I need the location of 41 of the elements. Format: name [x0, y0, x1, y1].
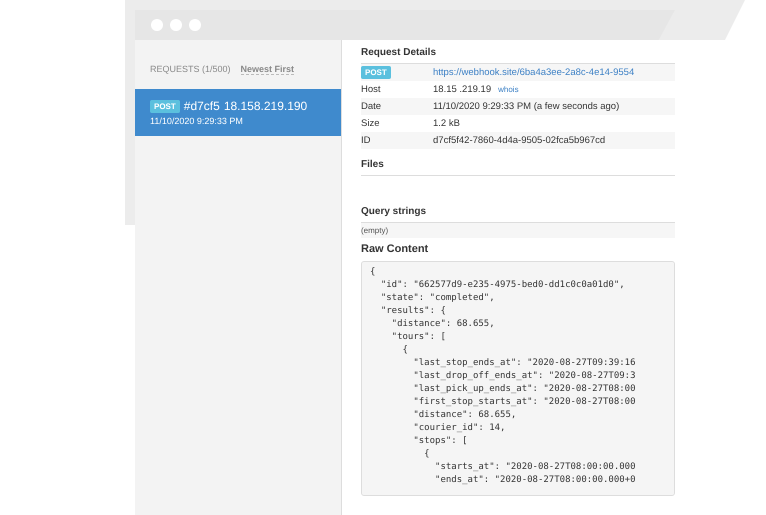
request-item[interactable]: POST #d7cf5 18.158.219.190 11/10/2020 9:29:33 PM — [135, 89, 341, 136]
code-line: "id": "662577d9-e235-4975-bed0-dd1c0c0a01d0", — [380, 279, 626, 292]
code-line: { — [370, 266, 376, 279]
code-line: "last_drop_off_ends_at": "2020-08-27T09:3 — [412, 370, 637, 383]
field-value: 11/10/2020 9:29:33 PM (a few seconds ago) — [433, 101, 620, 112]
request-ip: 18.158.219.190 — [224, 99, 308, 113]
request-id: #d7cf5 — [184, 99, 220, 113]
request-time: 11/10/2020 9:29:33 PM — [150, 116, 244, 126]
sort-link[interactable]: Newest First — [240, 64, 294, 75]
field-value: 18.15 .219.19 — [433, 84, 492, 95]
field-label: Date — [361, 101, 382, 112]
code-line: "results": { — [380, 305, 447, 318]
section-title: Raw Content — [361, 243, 430, 255]
window-dot — [189, 19, 201, 31]
code-line: "distance": 68.655, — [390, 318, 496, 331]
code-line: "tours": [ — [390, 331, 447, 344]
code-line: { — [402, 344, 409, 357]
url-link[interactable]: https://webhook.site/6ba4a3ee-2a8c-4e14-9554 — [433, 67, 634, 78]
field-label: Size — [361, 118, 380, 129]
window-dot — [170, 19, 182, 31]
field-value: d7cf5f42-7860-4d4a-9505-02fca5b967cd — [433, 135, 606, 146]
field-label: ID — [361, 135, 372, 146]
code-line: "first_stop_starts_at": "2020-08-27T08:00 — [412, 396, 637, 409]
code-line: "ends_at": "2020-08-27T08:00:00.000+0 — [434, 474, 637, 487]
code-line: "distance": 68.655, — [412, 409, 518, 422]
code-line: { — [423, 448, 431, 461]
method-badge: POST — [150, 100, 180, 112]
field-value: 1.2 kB — [433, 118, 460, 129]
whois-link[interactable]: whois — [498, 85, 519, 94]
code-line: "last_stop_ends_at": "2020-08-27T09:39:16 — [412, 357, 637, 370]
field-label: Host — [361, 84, 382, 95]
code-line: "courier_id": 14, — [412, 422, 506, 435]
empty-text: (empty) — [361, 223, 675, 238]
window-dot — [151, 19, 163, 31]
sidebar-title: REQUESTS (1/500) — [150, 64, 231, 74]
code-line: "stops": [ — [412, 435, 469, 448]
method-badge: POST — [361, 66, 391, 79]
code-line: "starts_at": "2020-08-27T08:00:00.000 — [434, 461, 637, 474]
code-line: "state": "completed", — [380, 292, 496, 305]
section-title: Files — [361, 159, 675, 176]
code-line: "last_pick_up_ends_at": "2020-08-27T08:00 — [412, 383, 637, 396]
